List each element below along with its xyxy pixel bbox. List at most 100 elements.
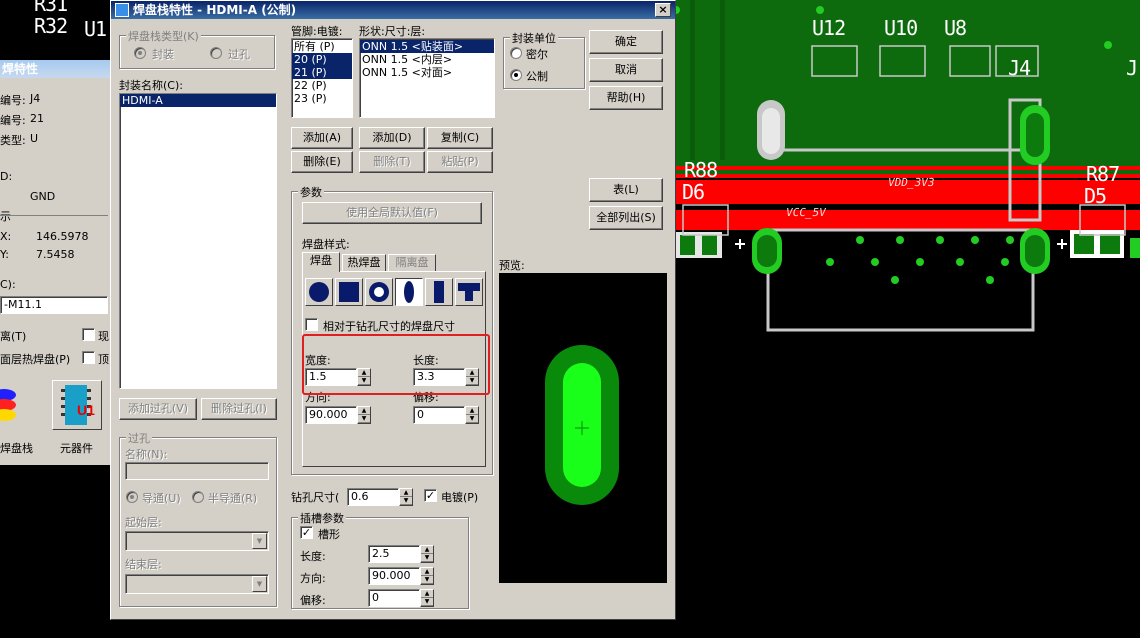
end-layer-select[interactable]: ▼ — [125, 574, 269, 594]
add-pin-button[interactable]: 添加(A) — [291, 127, 353, 149]
shape-item[interactable]: ONN 1.5 <内层> — [360, 53, 494, 66]
preview-label: 预览: — [499, 259, 525, 272]
slot-length-label: 长度: — [300, 550, 326, 563]
shapes-list[interactable]: ONN 1.5 <贴装面> ONN 1.5 <内层> ONN 1.5 <对面> — [359, 38, 495, 118]
copy-shape-button[interactable]: 复制(C) — [427, 127, 493, 149]
pcb-label-r32: R32 — [34, 14, 68, 38]
rectangle-shape-button[interactable] — [425, 278, 453, 306]
pad-preview — [499, 273, 667, 583]
via-semi-label: 半导通(R) — [208, 492, 258, 505]
pin-item[interactable]: 所有 (P) — [292, 40, 352, 53]
unit-metric-radio[interactable] — [510, 69, 522, 81]
oval-shape-button[interactable] — [395, 278, 423, 306]
spin-down-icon[interactable]: ▼ — [421, 554, 433, 562]
use-default-button[interactable]: 使用全局默认值(F) — [302, 202, 482, 224]
tab-antipad[interactable]: 隔离盘 — [388, 254, 436, 272]
start-layer-label: 起始层: — [125, 516, 162, 529]
spin-down-icon[interactable]: ▼ — [400, 497, 412, 505]
spin-down-icon[interactable]: ▼ — [421, 576, 433, 584]
end-layer-dropdown-icon[interactable]: ▼ — [252, 576, 267, 592]
direction-spinner[interactable]: ▲ ▼ — [357, 406, 371, 424]
spin-up-icon[interactable]: ▲ — [421, 546, 433, 554]
relative-drill-checkbox[interactable] — [305, 318, 318, 331]
shape-item[interactable]: ONN 1.5 <对面> — [360, 66, 494, 79]
delete-shape-button[interactable]: 删除(T) — [359, 151, 425, 173]
stack-type-package-radio[interactable] — [134, 47, 146, 59]
left-opt2-label: 面层热焊盘(P) — [0, 353, 71, 366]
drill-size-spinner[interactable]: ▲ ▼ — [399, 488, 413, 506]
pin-item[interactable]: 23 (P) — [292, 92, 352, 105]
plated-checkbox[interactable]: ✓ — [424, 489, 437, 502]
start-layer-select[interactable]: ▼ — [125, 531, 269, 551]
custom-shape-button[interactable] — [455, 278, 483, 306]
stack-type-package-label: 封装 — [152, 48, 174, 61]
drill-size-input[interactable]: 0.6 — [347, 488, 399, 506]
params-group-title: 参数 — [298, 184, 324, 200]
table-button[interactable]: 表(L) — [589, 178, 663, 202]
left-opt1-right-label: 现 — [98, 330, 109, 343]
offset-spinner[interactable]: ▲ ▼ — [465, 406, 479, 424]
delete-pin-button[interactable]: 删除(E) — [291, 151, 353, 173]
tab-thermal[interactable]: 热焊盘 — [342, 254, 386, 272]
pins-list[interactable]: 所有 (P) 20 (P) 21 (P) 22 (P) 23 (P) — [291, 38, 353, 118]
slot-direction-spinner[interactable]: ▲ ▼ — [420, 567, 434, 585]
spin-down-icon[interactable]: ▼ — [466, 415, 478, 423]
stack-type-via-radio[interactable] — [210, 47, 222, 59]
start-layer-dropdown-icon[interactable]: ▼ — [252, 533, 267, 549]
ok-button[interactable]: 确定 — [589, 30, 663, 54]
pcb-label-u8: U8 — [944, 16, 967, 40]
unit-mil-radio[interactable] — [510, 47, 522, 59]
close-button[interactable]: × — [655, 3, 671, 17]
left-opt2-right-label: 顶 — [98, 353, 109, 366]
spin-up-icon[interactable]: ▲ — [466, 407, 478, 415]
slot-direction-input[interactable]: 90.000 — [368, 567, 420, 585]
left-opt1-checkbox[interactable] — [82, 328, 95, 341]
slot-params-group: 插槽参数 ✓ 槽形 长度: 2.5 ▲ ▼ 方向: 90.000 ▲ ▼ 偏移: 0… — [291, 510, 469, 609]
delete-via-button[interactable]: 删除过孔(I) — [201, 398, 277, 420]
pin-item[interactable]: 21 (P) — [292, 66, 352, 79]
via-semi-radio[interactable] — [192, 491, 204, 503]
component-icon[interactable]: U1 — [52, 380, 102, 430]
pad-style-label: 焊盘样式: — [302, 238, 350, 251]
add-via-button[interactable]: 添加过孔(V) — [119, 398, 197, 420]
spin-down-icon[interactable]: ▼ — [421, 598, 433, 606]
package-name-list[interactable]: HDMI-A — [119, 93, 277, 389]
spin-up-icon[interactable]: ▲ — [421, 568, 433, 576]
annular-shape-button[interactable] — [365, 278, 393, 306]
spin-up-icon[interactable]: ▲ — [400, 489, 412, 497]
left-d-label: D: — [0, 170, 13, 183]
cancel-button[interactable]: 取消 — [589, 58, 663, 82]
package-list-item[interactable]: HDMI-A — [120, 94, 276, 107]
dialog-titlebar: 焊盘栈特性 - HDMI-A (公制) × — [111, 1, 675, 19]
pin-item[interactable]: 22 (P) — [292, 79, 352, 92]
spin-down-icon[interactable]: ▼ — [358, 415, 370, 423]
offset-input[interactable]: 0 — [413, 406, 465, 424]
pin-item[interactable]: 20 (P) — [292, 53, 352, 66]
left-opt2-checkbox[interactable] — [82, 351, 95, 364]
left-sep-label: 示 — [0, 210, 11, 223]
slot-checkbox[interactable]: ✓ — [300, 526, 313, 539]
paste-shape-button[interactable]: 粘贴(P) — [427, 151, 493, 173]
help-button[interactable]: 帮助(H) — [589, 86, 663, 110]
slot-length-input[interactable]: 2.5 — [368, 545, 420, 563]
left-x-label: X: — [0, 230, 12, 243]
left-c-field[interactable]: -M11.1 — [0, 296, 108, 314]
spin-up-icon[interactable]: ▲ — [358, 407, 370, 415]
slot-offset-input[interactable]: 0 — [368, 589, 420, 607]
square-shape-button[interactable] — [335, 278, 363, 306]
spin-up-icon[interactable]: ▲ — [421, 590, 433, 598]
list-all-button[interactable]: 全部列出(S) — [589, 206, 663, 230]
round-shape-button[interactable] — [305, 278, 333, 306]
via-name-field[interactable] — [125, 462, 269, 480]
slot-offset-spinner[interactable]: ▲ ▼ — [420, 589, 434, 607]
direction-input[interactable]: 90.000 — [305, 406, 357, 424]
shape-item[interactable]: ONN 1.5 <贴装面> — [360, 40, 494, 53]
add-shape-button[interactable]: 添加(D) — [359, 127, 425, 149]
slot-length-spinner[interactable]: ▲ ▼ — [420, 545, 434, 563]
tab-pad[interactable]: 焊盘 — [302, 252, 340, 272]
end-layer-label: 结束层: — [125, 558, 162, 571]
stack-type-group-title: 焊盘栈类型(K) — [126, 28, 201, 44]
left-x-value: 146.5978 — [36, 230, 89, 243]
padstack-icon[interactable] — [0, 380, 18, 430]
via-thru-radio[interactable] — [126, 491, 138, 503]
